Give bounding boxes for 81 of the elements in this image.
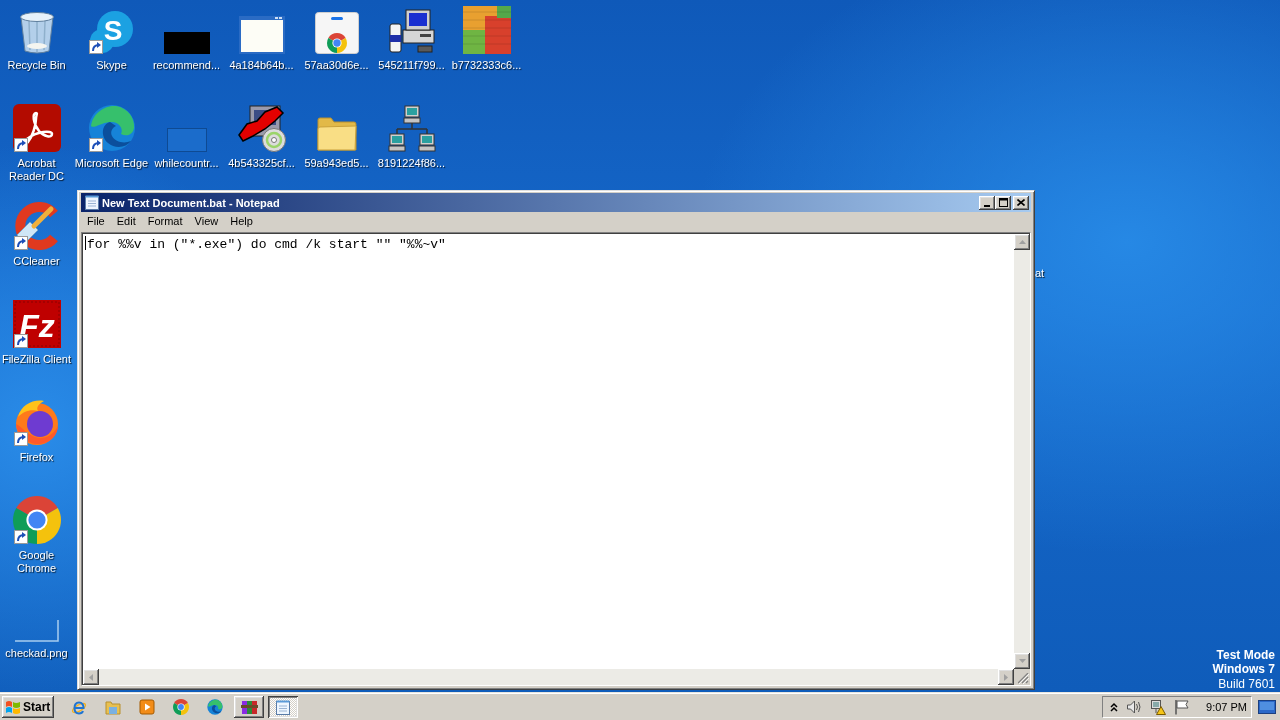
menu-item[interactable]: File [81, 213, 111, 230]
icon-label[interactable]: b7732333c6... [451, 59, 522, 72]
menu-item[interactable]: View [188, 213, 225, 230]
icon-label[interactable]: whilecountr... [154, 157, 219, 170]
scroll-right-button[interactable] [998, 669, 1014, 685]
icon-label[interactable]: 8191224f86... [377, 157, 446, 170]
show-desktop-icon[interactable] [1258, 700, 1276, 714]
notepad-icon [276, 699, 290, 715]
arrow-down-icon [1018, 659, 1026, 663]
scroll-down-button[interactable] [1014, 653, 1030, 669]
network-warning-icon[interactable] [1150, 699, 1166, 715]
scroll-left-button[interactable] [83, 669, 99, 685]
icon-label[interactable]: 57aa30d6e... [304, 59, 369, 72]
icon-label[interactable]: Microsoft Edge [74, 157, 149, 170]
icon-label[interactable]: Skype [96, 59, 127, 72]
clock[interactable]: 9:07 PM [1206, 701, 1247, 713]
icon-label[interactable]: Google Chrome [0, 549, 74, 575]
flag-logo-icon [5, 699, 21, 715]
icon-label[interactable]: Recycle Bin [7, 59, 66, 72]
icon-label[interactable]: 59a943ed5... [304, 157, 369, 170]
menu-item[interactable]: Format [141, 213, 189, 230]
minimize-button[interactable] [979, 195, 995, 210]
chevron-up-icon[interactable] [1110, 702, 1118, 712]
arrow-right-icon [1004, 673, 1008, 681]
resize-grip-icon[interactable] [1018, 673, 1029, 684]
icon-label[interactable]: Acrobat Reader DC [0, 157, 74, 183]
icon-label[interactable]: CCleaner [13, 255, 60, 268]
flag-icon[interactable] [1174, 699, 1189, 715]
scroll-up-button[interactable] [1014, 234, 1030, 250]
icon-label[interactable]: at [1035, 267, 1045, 280]
edition-text: Test Mode [1216, 647, 1275, 662]
blank-image-icon[interactable] [14, 620, 59, 642]
disc-installer-icon[interactable] [237, 104, 286, 152]
computer-icon[interactable] [387, 8, 436, 54]
text-cursor-icon [85, 236, 86, 250]
taskbar-button[interactable] [234, 696, 264, 718]
icon-label[interactable]: 4b543325cf... [228, 157, 295, 170]
icon-label[interactable]: 545211f799... [378, 59, 445, 72]
letters-logo-icon[interactable]: Fz [12, 300, 61, 348]
title-bar[interactable]: New Text Document.bat - Notepad [81, 193, 1031, 212]
taskbar-button[interactable] [268, 696, 298, 718]
icon-label[interactable]: Firefox [19, 451, 54, 464]
window-title: New Text Document.bat - Notepad [102, 196, 280, 209]
media-player-icon[interactable] [139, 699, 155, 715]
document-logo-icon[interactable] [12, 104, 61, 152]
horizontal-scrollbar[interactable] [82, 669, 1014, 685]
speaker-icon[interactable] [1126, 699, 1142, 715]
swirl-logo-icon[interactable] [87, 104, 136, 152]
start-button[interactable]: Start [2, 696, 54, 718]
shopping-bag-icon[interactable] [314, 12, 359, 54]
app-window-icon[interactable] [238, 16, 285, 54]
icon-label[interactable]: recommend... [152, 59, 221, 72]
text-area[interactable]: for %%v in ("*.exe") do cmd /k start "" "%%~v" [81, 232, 1031, 686]
arrow-up-icon [1018, 240, 1026, 244]
recycle-bin-icon[interactable] [18, 10, 55, 54]
menu-item[interactable]: Help [224, 213, 259, 230]
vertical-scrollbar[interactable] [1014, 233, 1030, 669]
editor-text: for %%v in ("*.exe") do cmd /k start "" "%%~v" [87, 237, 446, 252]
app-tiles-icon[interactable] [462, 6, 511, 54]
close-button[interactable] [1013, 195, 1029, 210]
icon-label[interactable]: 4a184b64b... [229, 59, 294, 72]
browser-icon[interactable] [71, 699, 87, 715]
icon-label[interactable]: FileZilla Client [1, 353, 72, 366]
minimize-icon [984, 204, 990, 207]
round-logo-icon[interactable] [173, 699, 189, 715]
network-computers-icon[interactable] [387, 105, 436, 152]
arrow-left-icon [89, 673, 93, 681]
maximize-button[interactable] [995, 195, 1011, 210]
folder-icon[interactable] [316, 116, 357, 152]
menu-item[interactable]: Edit [110, 213, 142, 230]
swirl-logo-icon[interactable] [207, 699, 223, 715]
round-logo-icon[interactable] [12, 496, 61, 544]
archive-icon [240, 699, 258, 715]
close-icon [1017, 199, 1025, 206]
notepad-icon[interactable] [85, 195, 99, 210]
brush-logo-icon[interactable] [12, 202, 61, 250]
edition-text: Windows 7 [1212, 662, 1275, 677]
maximize-icon [998, 198, 1008, 207]
edition-text: Build 7601 [1218, 676, 1275, 691]
console-window-icon[interactable] [163, 32, 210, 54]
icon-label[interactable]: checkad.png [5, 647, 68, 660]
